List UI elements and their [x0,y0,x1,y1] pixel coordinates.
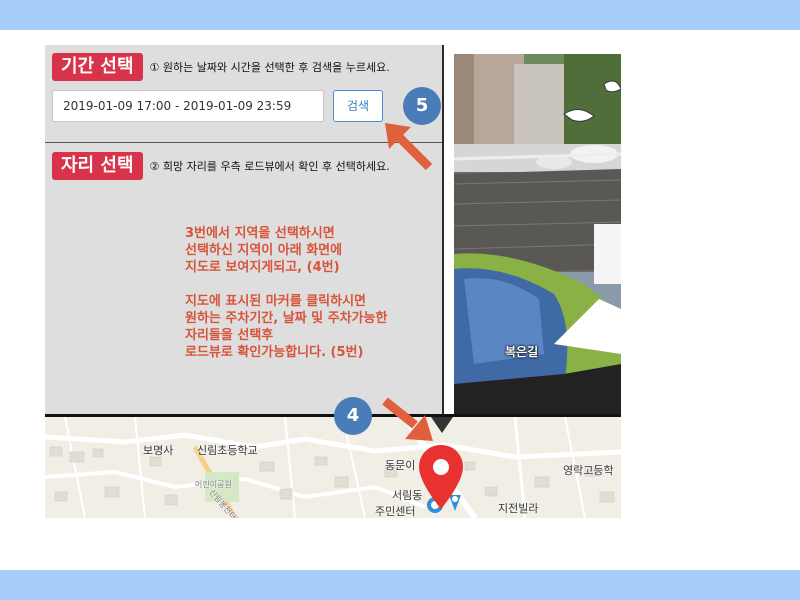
map-label-bomyeongsa: 보명사 [143,444,174,457]
instruction-line: 선택하신 지역이 아래 화면에 [185,243,343,258]
roadview-label: 복은길 [505,345,539,359]
bottom-band [0,570,800,600]
map-label-dongmun: 동문이 [385,459,416,472]
map-marker-icon[interactable] [416,443,466,513]
seat-badge: 자리 선택 [52,152,143,180]
parking-reservation-panel: 기간 선택 ① 원하는 날짜와 시간을 선택한 후 검색을 누르세요. 2019… [45,45,621,518]
map-divider [45,414,621,417]
map-label-jijeon-villa: 지전빌라 [498,502,539,515]
instruction-line: 로드뷰로 확인가능합니다. (5번) [185,345,364,360]
seat-section-header: 자리 선택 ② 희망 자리를 우측 로드뷰에서 확인 후 선택하세요. [52,152,390,180]
instruction-line: 원하는 주차기간, 날짜 및 주차가능한 [185,311,388,326]
map-label-sillim-elementary: 신림초등학교 [197,444,258,457]
seat-description: ② 희망 자리를 우측 로드뷰에서 확인 후 선택하세요. [149,160,390,173]
instruction-line: 지도로 보여지게되고, (4번) [185,260,340,275]
period-section-header: 기간 선택 ① 원하는 날짜와 시간을 선택한 후 검색을 누르세요. [52,53,390,81]
instruction-line: 3번에서 지역을 선택하시면 [185,226,335,241]
search-button[interactable]: 검색 [333,90,383,122]
instruction-line: 자리들을 선택후 [185,328,274,343]
period-badge: 기간 선택 [52,53,143,81]
roadview-scene [454,54,621,414]
period-description: ① 원하는 날짜와 시간을 선택한 후 검색을 누르세요. [149,61,390,74]
left-control-panel: 기간 선택 ① 원하는 날짜와 시간을 선택한 후 검색을 누르세요. 2019… [45,45,442,417]
panel-divider [442,45,444,417]
map-label-seorim-center: 주민센터 [375,505,416,518]
instructions-text: 3번에서 지역을 선택하시면 선택하신 지역이 아래 화면에 지도로 보여지게되… [185,225,435,361]
date-range-input[interactable]: 2019-01-09 17:00 - 2019-01-09 23:59 [52,90,324,122]
arrow-to-search-icon [385,123,433,171]
arrow-to-map-icon [382,397,433,441]
top-band [0,0,800,30]
map-view[interactable]: 보명사 신림초등학교 어린이공원 신림봉천터널(2021 동문이 서림동 주민센… [45,417,621,518]
map-label-yeonghak-high: 영락고등학 [563,464,614,477]
instruction-line: 지도에 표시된 마커를 클릭하시면 [185,294,367,309]
step-four-marker: 4 [334,397,372,435]
roadview-image[interactable] [454,54,621,414]
